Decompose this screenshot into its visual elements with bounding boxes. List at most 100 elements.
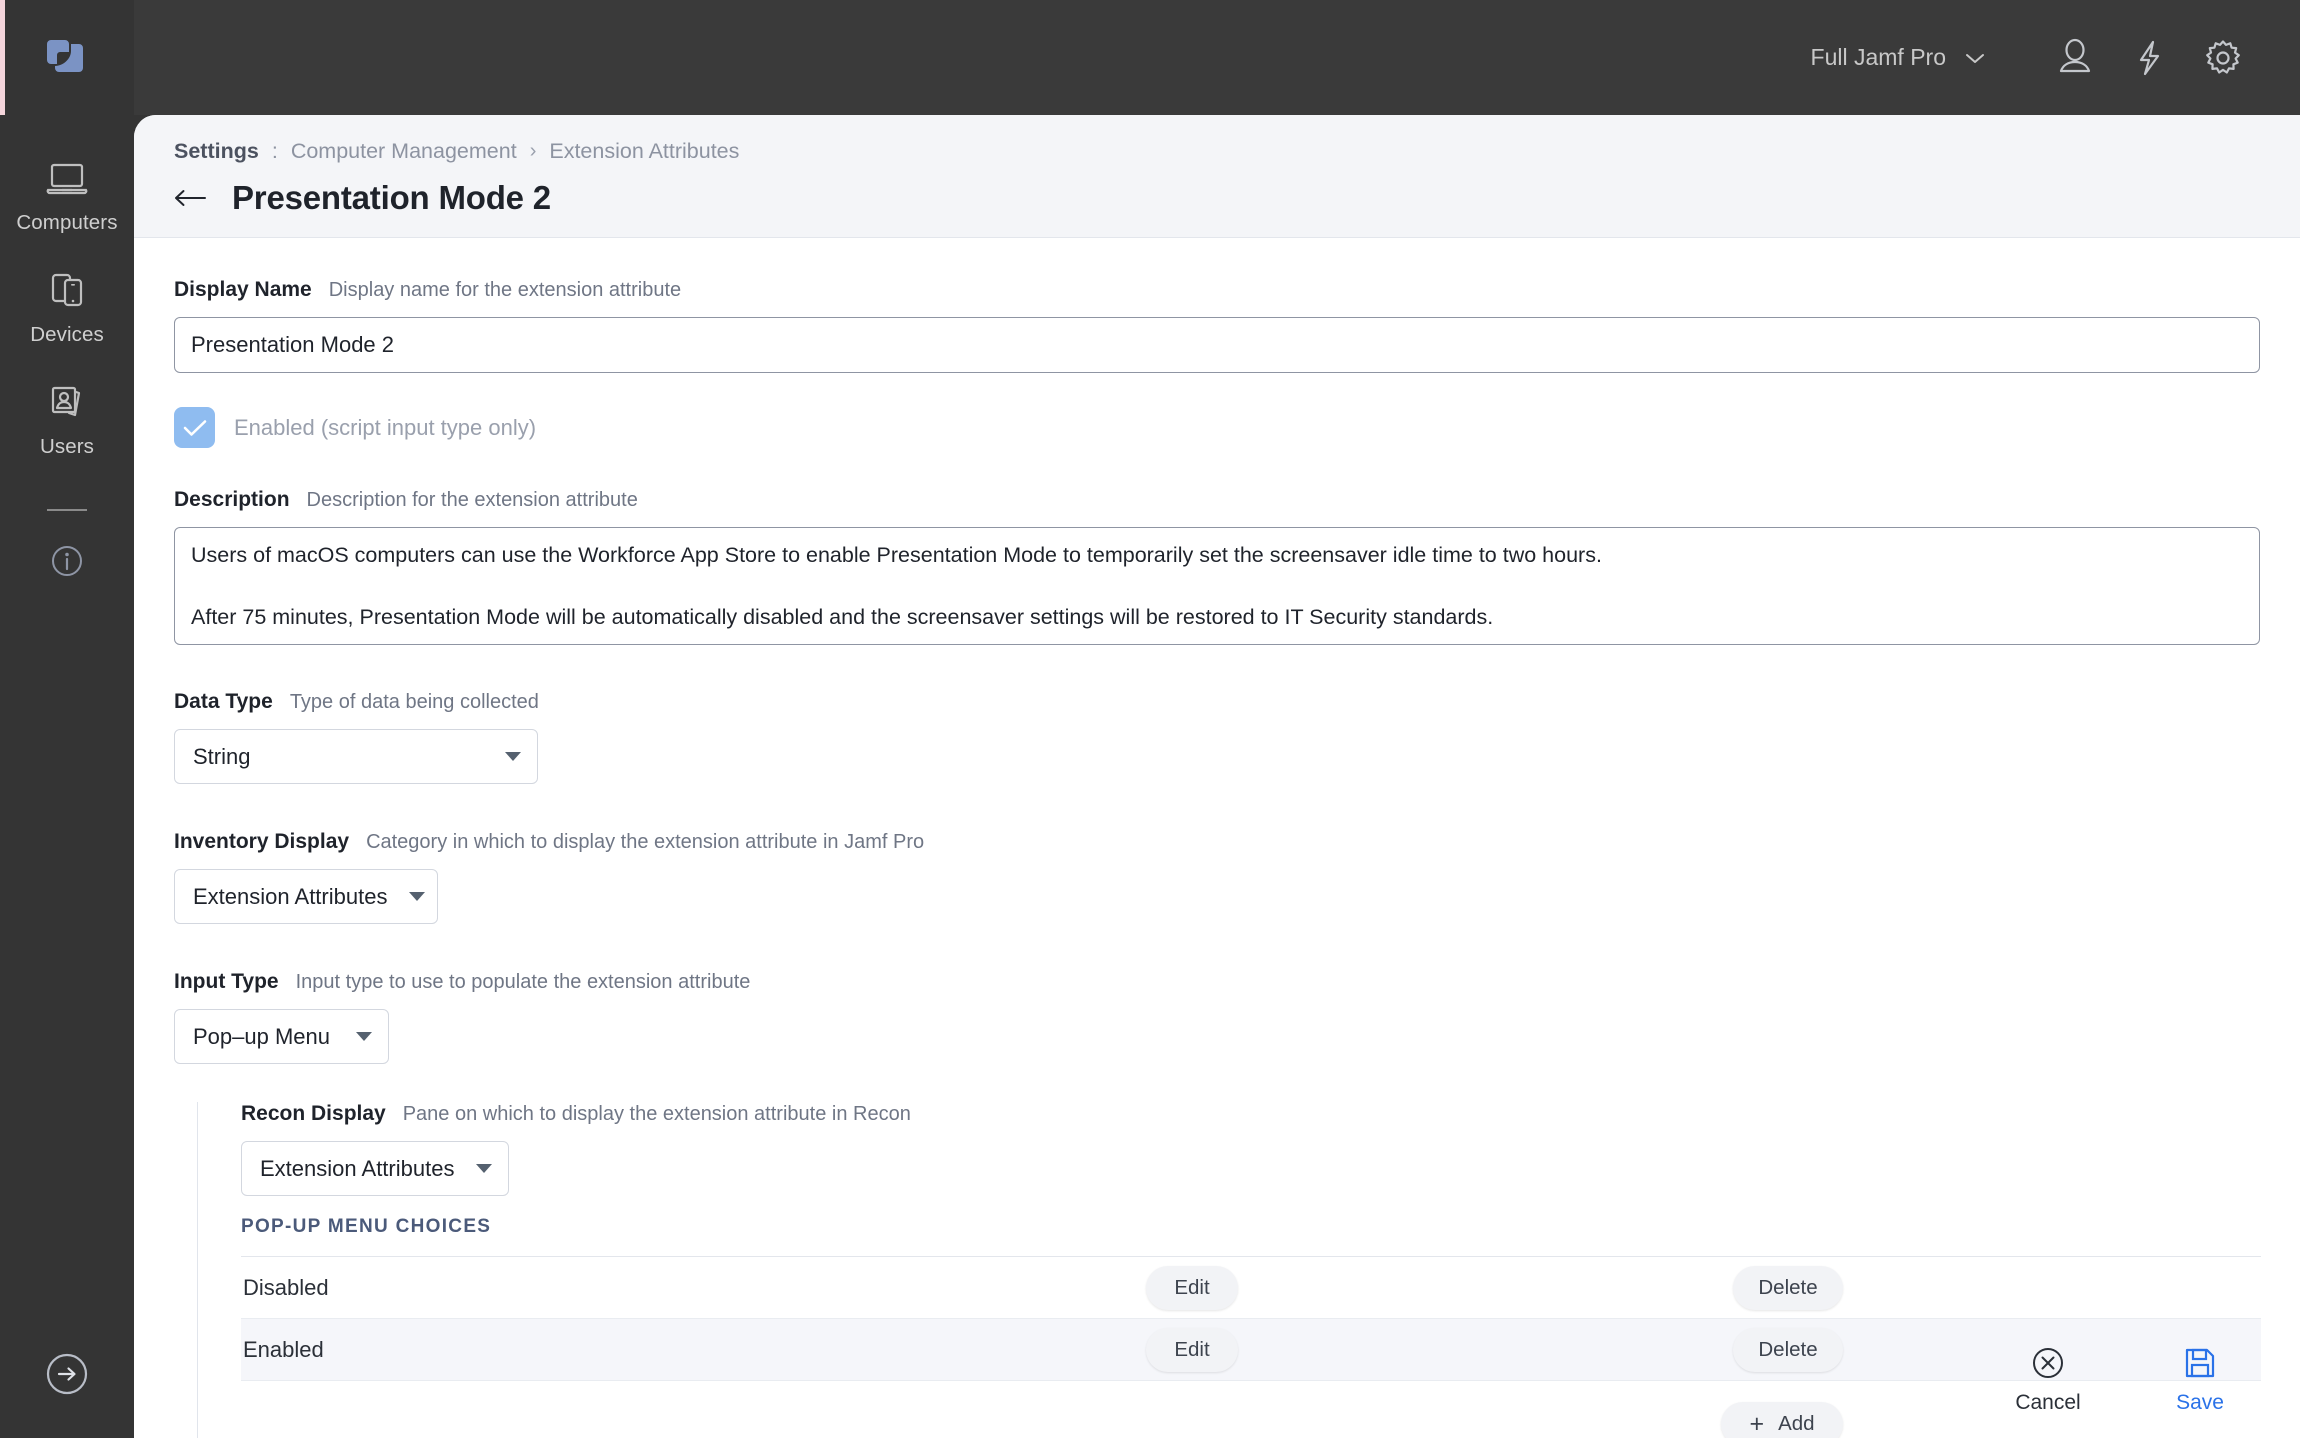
data-type-label-row: Data Type Type of data being collected (174, 690, 2260, 714)
input-type-label: Input Type (174, 970, 279, 993)
account-button[interactable] (2038, 21, 2112, 95)
display-name-label-row: Display Name Display name for the extens… (174, 278, 2260, 302)
enabled-checkbox[interactable] (174, 407, 215, 448)
description-field: Description Description for the extensio… (174, 488, 2260, 650)
gear-icon (2206, 39, 2240, 74)
breadcrumb-item-extension-attributes[interactable]: Extension Attributes (549, 139, 739, 164)
content-panel: Settings : Computer Management › Extensi… (134, 115, 2300, 1438)
description-label: Description (174, 488, 290, 511)
breadcrumb: Settings : Computer Management › Extensi… (174, 139, 2300, 164)
page-title-row: Presentation Mode 2 (174, 179, 2300, 217)
checkmark-icon (183, 419, 206, 436)
recon-display-select[interactable]: Extension Attributes (241, 1141, 509, 1196)
input-type-label-row: Input Type Input type to use to populate… (174, 970, 2260, 994)
input-type-hint: Input type to use to populate the extens… (295, 971, 751, 993)
popup-menu-choices-label: POP-UP MENU CHOICES (241, 1216, 492, 1237)
display-name-label: Display Name (174, 278, 312, 301)
activity-button[interactable] (2112, 21, 2186, 95)
breadcrumb-item-computer-management[interactable]: Computer Management (291, 139, 517, 164)
lightning-bolt-icon (2139, 40, 2160, 75)
sidebar-nav: Computers Devices Users (0, 115, 134, 589)
edit-button[interactable]: Edit (1146, 1265, 1238, 1310)
inventory-display-label: Inventory Display (174, 830, 350, 853)
display-name-field: Display Name Display name for the extens… (174, 278, 2260, 373)
input-type-select[interactable]: Pop–up Menu (174, 1009, 389, 1064)
enabled-checkbox-label: Enabled (script input type only) (234, 414, 537, 440)
display-name-input[interactable] (174, 317, 2260, 373)
data-type-select[interactable]: String (174, 729, 538, 784)
data-type-field: Data Type Type of data being collected S… (174, 690, 2260, 784)
page-title: Presentation Mode 2 (232, 179, 551, 216)
brand-logo[interactable] (0, 0, 134, 115)
top-bar: Full Jamf Pro (134, 0, 2300, 115)
sidebar-divider (47, 509, 87, 511)
settings-gear-button[interactable] (2186, 21, 2260, 95)
cancel-button[interactable]: Cancel (2000, 1344, 2096, 1415)
data-type-hint: Type of data being collected (289, 691, 539, 713)
inventory-display-value: Extension Attributes (193, 883, 388, 909)
users-photos-icon (51, 386, 81, 416)
sidebar-item-label: Devices (30, 322, 104, 346)
data-type-label: Data Type (174, 690, 273, 713)
laptop-icon (46, 163, 88, 194)
extension-attribute-form: Display Name Display name for the extens… (134, 238, 2300, 1438)
tenant-label: Full Jamf Pro (1810, 44, 1946, 70)
app-root: Computers Devices Users Full Jamf Pro Se… (0, 0, 2300, 1438)
sidebar-item-devices[interactable]: Devices (0, 251, 134, 363)
delete-button[interactable]: Delete (1733, 1265, 1843, 1310)
recon-display-label-row: Recon Display Pane on which to display t… (241, 1102, 2260, 1126)
back-arrow-icon (175, 190, 206, 206)
enabled-checkbox-row: Enabled (script input type only) (174, 407, 2260, 448)
cancel-circle-x-icon (2033, 1347, 2063, 1378)
description-hint: Description for the extension attribute (306, 489, 638, 511)
mobile-devices-icon (51, 273, 83, 306)
sidebar-item-computers[interactable]: Computers (0, 139, 134, 251)
save-button[interactable]: Save (2152, 1344, 2248, 1415)
chevron-down-icon (356, 1032, 372, 1041)
display-name-hint: Display name for the extension attribute (328, 279, 682, 301)
arrow-right-circle-icon (46, 1353, 88, 1395)
recon-display-value: Extension Attributes (260, 1155, 455, 1181)
footer-action-bar: Cancel Save (134, 1320, 2300, 1438)
breadcrumb-root[interactable]: Settings (174, 139, 259, 164)
sidebar-item-label: Users (39, 434, 95, 458)
recon-display-label: Recon Display (241, 1102, 386, 1125)
back-button[interactable] (174, 186, 208, 210)
save-button-label: Save (2176, 1390, 2224, 1414)
info-circle-icon (52, 546, 82, 576)
description-textarea[interactable] (174, 527, 2260, 645)
tenant-switcher[interactable]: Full Jamf Pro (1811, 44, 1986, 71)
inventory-display-hint: Category in which to display the extensi… (366, 831, 925, 853)
primary-sidebar: Computers Devices Users (0, 0, 134, 1438)
input-type-value: Pop–up Menu (193, 1023, 330, 1049)
sidebar-item-label: Computers (16, 210, 118, 234)
inventory-display-label-row: Inventory Display Category in which to d… (174, 830, 2260, 854)
jamf-logo-icon (47, 39, 83, 72)
breadcrumb-chevron-icon: › (529, 140, 537, 162)
choice-name: Disabled (243, 1274, 329, 1300)
cancel-button-label: Cancel (2015, 1390, 2081, 1414)
input-type-field: Input Type Input type to use to populate… (174, 970, 2260, 1064)
brand-accent-bar (0, 0, 5, 115)
chevron-down-icon (505, 752, 521, 761)
recon-display-field: Recon Display Pane on which to display t… (241, 1102, 2260, 1196)
inventory-display-select[interactable]: Extension Attributes (174, 869, 438, 924)
floppy-disk-save-icon (2185, 1348, 2215, 1377)
breadcrumb-colon: : (271, 139, 278, 163)
sidebar-expand-button[interactable] (0, 1348, 134, 1400)
inventory-display-field: Inventory Display Category in which to d… (174, 830, 2260, 924)
page-header: Settings : Computer Management › Extensi… (134, 115, 2300, 238)
chevron-down-icon (1966, 53, 1984, 63)
chevron-down-icon (476, 1164, 493, 1173)
chevron-down-icon (409, 892, 426, 901)
table-row: Disabled Edit Delete (241, 1257, 2261, 1319)
sidebar-item-users[interactable]: Users (0, 363, 134, 475)
sidebar-item-info[interactable] (0, 533, 134, 589)
data-type-value: String (193, 743, 251, 769)
form-scroll-area: Display Name Display name for the extens… (134, 238, 2300, 1438)
user-account-icon (2059, 38, 2091, 72)
recon-display-hint: Pane on which to display the extension a… (402, 1103, 911, 1125)
